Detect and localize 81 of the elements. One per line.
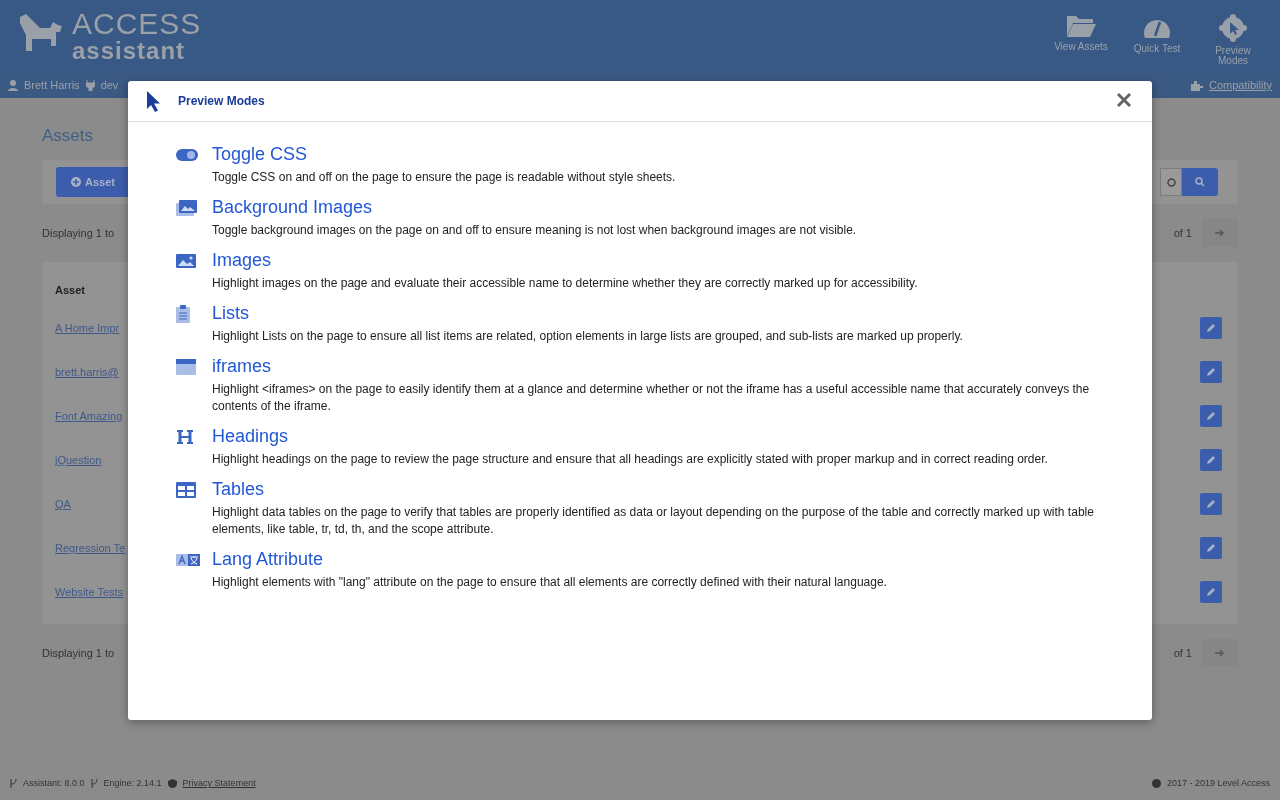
mode-title[interactable]: Headings: [212, 426, 1112, 447]
copyright-text: 2017 - 2019 Level Access: [1166, 778, 1270, 788]
edit-button[interactable]: [1200, 493, 1222, 515]
page-count: of 1: [1173, 647, 1192, 659]
mode-title[interactable]: Lists: [212, 303, 1112, 324]
clear-button[interactable]: [1160, 168, 1182, 196]
arrow-right-icon: [1215, 649, 1225, 657]
edit-button[interactable]: [1200, 361, 1222, 383]
search-button[interactable]: [1182, 168, 1218, 196]
assistant-version: Assistant: 8.0.0: [23, 778, 85, 788]
logo-text: ACCESS: [72, 9, 202, 39]
asset-link[interactable]: Font Amazing: [55, 410, 123, 422]
dialog-title: Preview Modes: [178, 94, 266, 108]
arrow-right-icon: [1215, 229, 1225, 237]
user-name: Brett Harris: [24, 79, 80, 91]
organization-name: dev: [100, 79, 119, 91]
add-asset-button[interactable]: Asset: [56, 167, 130, 197]
mode-description: Toggle CSS on and off on the page to ensure the page is readable without style sheets.: [212, 169, 677, 186]
heading-icon: [176, 428, 194, 445]
cursor-icon: [146, 90, 160, 112]
edit-button[interactable]: [1200, 449, 1222, 471]
pagination-summary: Displaying 1 to: [42, 227, 115, 239]
mode-description: Highlight elements with "lang" attribute on the page to ensure that all elements are correctly defined with their natural language.: [212, 574, 888, 591]
page-title: Assets: [42, 126, 95, 146]
asset-link[interactable]: Website Tests: [55, 586, 124, 598]
mode-title[interactable]: Toggle CSS: [212, 144, 1112, 165]
logo-subtitle: assistant: [72, 39, 187, 63]
branch-icon: [90, 778, 98, 788]
mode-description: Highlight Lists on the page to ensure all list items are related, option elements in large lists are grouped, and sub-lists are marked up properly.: [212, 328, 964, 345]
browser-window-icon: [176, 358, 196, 375]
pencil-icon: [1206, 499, 1216, 509]
asset-link[interactable]: jQuestion: [55, 454, 102, 466]
pencil-icon: [1206, 323, 1216, 333]
mode-title[interactable]: Images: [212, 250, 1112, 271]
edit-button[interactable]: [1200, 537, 1222, 559]
pencil-icon: [1206, 455, 1216, 465]
mode-description: Toggle background images on the page on and off to ensure meaning is not lost when background images are not visible.: [212, 222, 858, 239]
branch-icon: [10, 778, 17, 788]
mode-title[interactable]: iframes: [212, 356, 1112, 377]
mode-title[interactable]: Lang Attribute: [212, 549, 1112, 570]
images-icon: [176, 199, 197, 216]
mode-title[interactable]: Background Images: [212, 197, 1112, 218]
nav-button[interactable]: View Assets: [1052, 13, 1110, 52]
clipboard-icon: [176, 304, 190, 323]
nav-button[interactable]: Quick Test: [1128, 13, 1186, 54]
pencil-icon: [1206, 543, 1216, 553]
pencil-icon: [1206, 411, 1216, 421]
mode-title[interactable]: Tables: [212, 479, 1112, 500]
nav-button[interactable]: Preview Modes: [1204, 13, 1262, 67]
engine-version: Engine: 2.14.1: [103, 778, 162, 788]
edit-button[interactable]: [1200, 581, 1222, 603]
mode-description: Highlight headings on the page to review the page structure and ensure that all headings are explicitly stated with proper markup and in correct reading order.: [212, 451, 1049, 468]
asset-link[interactable]: QA: [55, 498, 71, 510]
pagination-summary: Displaying 1 to: [42, 647, 115, 659]
circle-icon: [1166, 177, 1176, 187]
table-icon: [176, 481, 196, 498]
shield-icon: [167, 778, 177, 788]
pencil-icon: [1206, 587, 1216, 597]
translate-icon: [176, 552, 200, 567]
compatibility-link[interactable]: Compatibility: [1209, 79, 1272, 91]
column-header: Asset: [55, 284, 85, 296]
edit-button[interactable]: [1200, 317, 1222, 339]
asset-link[interactable]: A Home Impr: [55, 322, 120, 334]
privacy-link[interactable]: Privacy Statement: [182, 778, 256, 788]
folder-icon: [1066, 13, 1096, 38]
pencil-icon: [1206, 367, 1216, 377]
gear-cursor-icon: [1219, 13, 1247, 42]
user-icon: [8, 79, 18, 91]
toggle-icon: [176, 148, 198, 161]
close-button[interactable]: [1116, 92, 1134, 110]
asset-link[interactable]: Regression Te: [55, 542, 126, 554]
asset-link[interactable]: brett.harris@: [55, 366, 119, 378]
close-icon: [1116, 92, 1132, 108]
page-count: of 1: [1173, 227, 1192, 239]
mode-description: Highlight data tables on the page to verify that tables are properly identified as data or layout depending on the purpose of the table and correctly marked up with table elements, like table, tr, td, th, and the scope attribute.: [212, 504, 1095, 538]
mode-description: Highlight images on the page and evaluate their accessible name to determine whether they are correctly marked up for accessibility.: [212, 275, 919, 292]
mode-description: Highlight <iframes> on the page to easily identify them at a glance and determine whether or not the iframe has a useful accessible name that accurately conveys the contents of the iframe.: [212, 381, 1091, 415]
plus-circle-icon: [71, 177, 81, 187]
edit-button[interactable]: [1200, 405, 1222, 427]
image-icon: [176, 253, 196, 268]
search-icon: [1195, 177, 1205, 187]
